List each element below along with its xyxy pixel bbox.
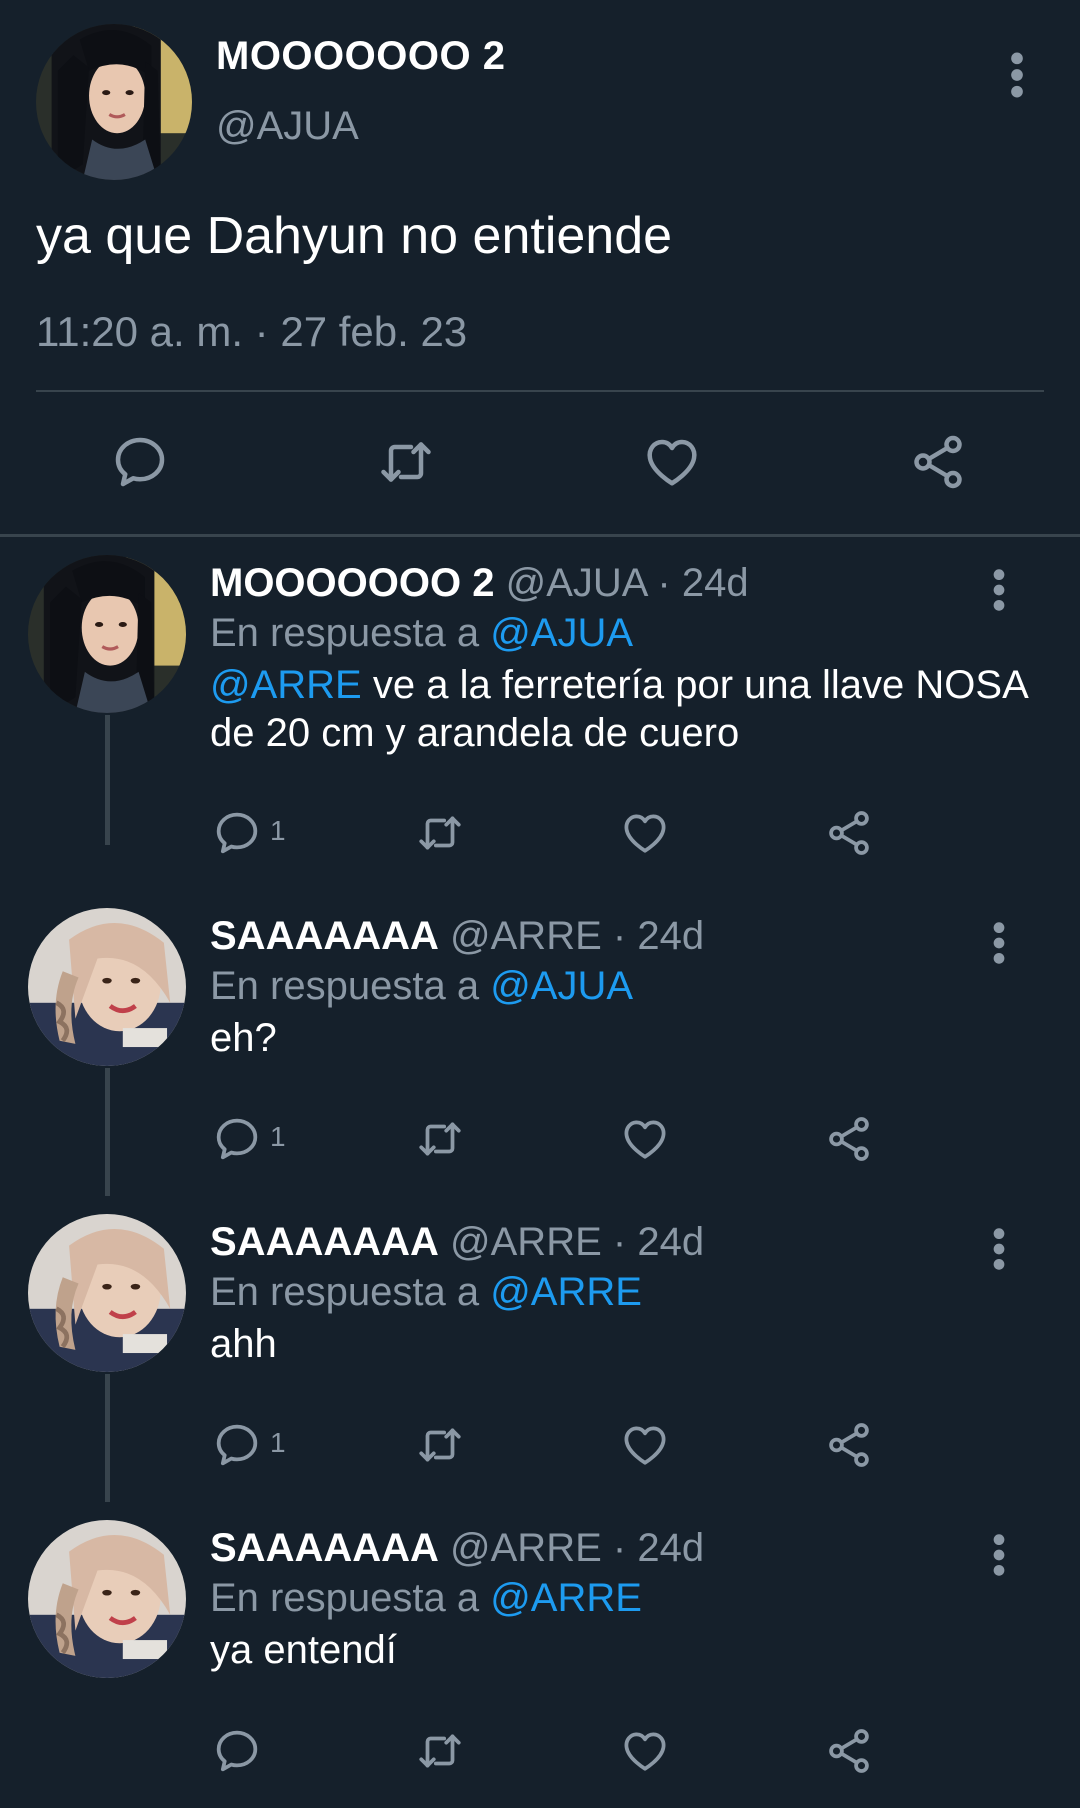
author-handle[interactable]: @AJUA <box>216 104 359 149</box>
reply-count: 1 <box>270 1427 286 1458</box>
reply-tweet[interactable]: MOOOOOOO 2 @AJUA · 24d En respuesta a @A… <box>0 537 1080 843</box>
main-tweet: MOOOOOOO 2 @AJUA ya que Dahyun no entien… <box>0 0 1080 536</box>
more-vertical-icon[interactable] <box>1000 50 1034 100</box>
reply-actions: 1 <box>0 1196 1080 1502</box>
share-icon[interactable] <box>824 1114 874 1164</box>
heart-icon[interactable] <box>642 432 702 492</box>
share-icon[interactable] <box>824 1420 874 1470</box>
tweet-text: ya que Dahyun no entiende <box>36 207 673 265</box>
reply-actions <box>0 1502 1080 1808</box>
reply-tweet[interactable]: SAAAAAAA @ARRE · 24d En respuesta a @AJU… <box>0 890 1080 1196</box>
reply-tweet[interactable]: SAAAAAAA @ARRE · 24d En respuesta a @ARR… <box>0 1502 1080 1808</box>
retweet-icon[interactable] <box>415 808 465 858</box>
tweet-timestamp[interactable]: 11:20 a. m. · 27 feb. 23 <box>36 308 467 356</box>
reply-actions: 1 <box>0 890 1080 1196</box>
retweet-icon[interactable] <box>415 1420 465 1470</box>
reply-actions: 1 <box>0 537 1080 843</box>
share-icon[interactable] <box>824 808 874 858</box>
reply-icon[interactable] <box>212 1420 262 1470</box>
reply-icon[interactable] <box>212 1114 262 1164</box>
reply-count: 1 <box>270 815 286 846</box>
reply-icon[interactable] <box>110 432 170 492</box>
retweet-icon[interactable] <box>415 1114 465 1164</box>
heart-icon[interactable] <box>620 1114 670 1164</box>
share-icon[interactable] <box>908 432 968 492</box>
avatar[interactable] <box>36 24 192 180</box>
retweet-icon[interactable] <box>376 432 436 492</box>
share-icon[interactable] <box>824 1726 874 1776</box>
heart-icon[interactable] <box>620 1726 670 1776</box>
author-name[interactable]: MOOOOOOO 2 <box>216 34 505 79</box>
reply-icon[interactable] <box>212 808 262 858</box>
reply-tweet[interactable]: SAAAAAAA @ARRE · 24d En respuesta a @ARR… <box>0 1196 1080 1502</box>
divider <box>36 390 1044 392</box>
reply-icon[interactable] <box>212 1726 262 1776</box>
heart-icon[interactable] <box>620 1420 670 1470</box>
reply-count: 1 <box>270 1121 286 1152</box>
retweet-icon[interactable] <box>415 1726 465 1776</box>
heart-icon[interactable] <box>620 808 670 858</box>
